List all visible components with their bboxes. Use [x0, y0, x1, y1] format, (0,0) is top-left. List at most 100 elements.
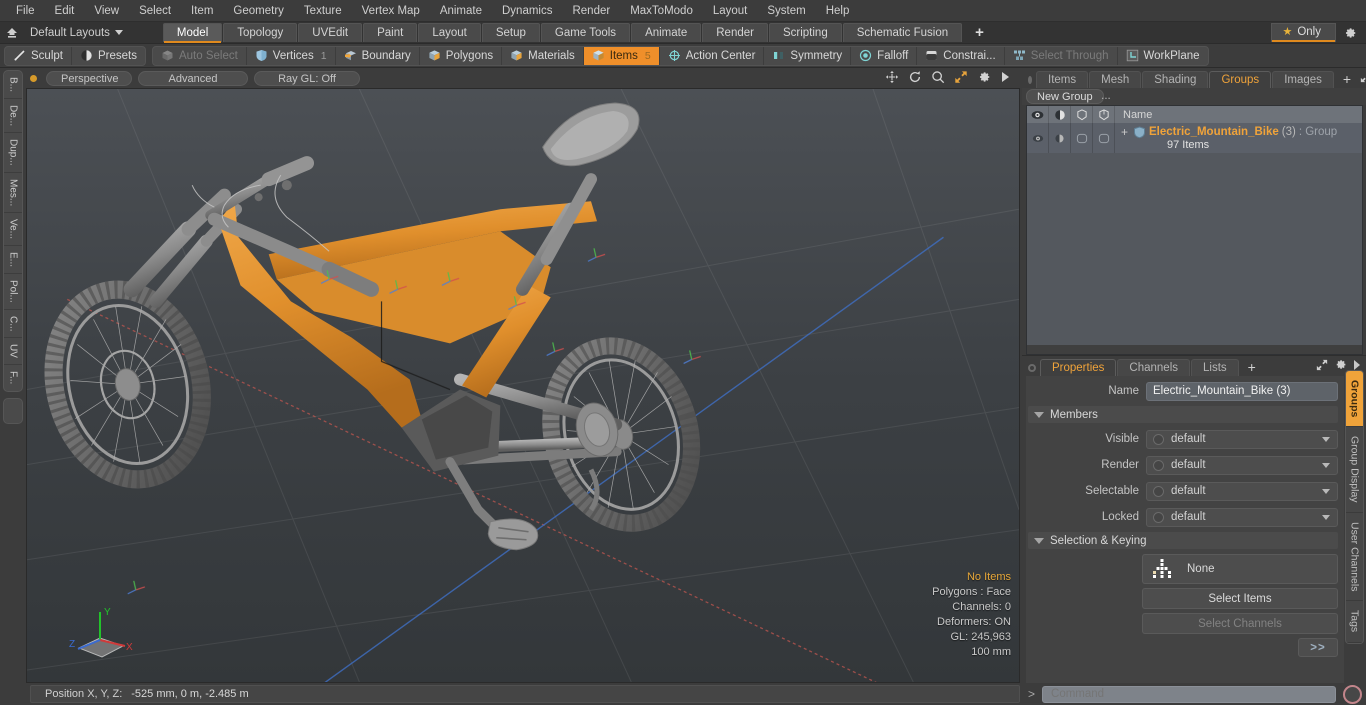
select-icon[interactable]: [1071, 106, 1093, 123]
panel-tab-groups[interactable]: Groups: [1209, 71, 1272, 88]
panel-tab-images[interactable]: Images: [1272, 71, 1334, 88]
panel-tab-items[interactable]: Items: [1036, 71, 1089, 88]
side-tab-user-channels[interactable]: User Channels: [1346, 513, 1363, 602]
default-layouts-dropdown[interactable]: Default Layouts: [24, 27, 133, 39]
home-up-icon[interactable]: [0, 22, 24, 44]
render-radio-icon[interactable]: [1153, 459, 1164, 471]
keying-set-dropdown[interactable]: None: [1142, 554, 1338, 584]
row-lock-toggle[interactable]: [1093, 123, 1115, 153]
layout-tab-uvedit[interactable]: UVEdit: [298, 23, 363, 42]
menu-item-edit[interactable]: Edit: [45, 0, 85, 22]
select-items-button[interactable]: Select Items: [1142, 588, 1338, 609]
left-rail-tab-polygon[interactable]: Pol...: [4, 274, 22, 310]
layout-tab-game-tools[interactable]: Game Tools: [540, 23, 631, 42]
properties-menu-dot-icon[interactable]: [1028, 364, 1036, 372]
menu-item-item[interactable]: Item: [181, 0, 223, 22]
more-tools-icon[interactable]: [3, 397, 23, 424]
layout-tab-paint[interactable]: Paint: [363, 23, 418, 42]
menu-item-view[interactable]: View: [84, 0, 129, 22]
add-properties-tab-button[interactable]: +: [1240, 359, 1264, 376]
menu-item-layout[interactable]: Layout: [703, 0, 758, 22]
left-rail-tab-edge[interactable]: E...: [4, 246, 22, 275]
tab-properties[interactable]: Properties: [1040, 359, 1117, 376]
menu-item-render[interactable]: Render: [562, 0, 620, 22]
tree-horizontal-scrollbar[interactable]: [1027, 345, 1362, 354]
left-rail-tab-curve[interactable]: C...: [4, 310, 22, 339]
add-layout-tab-button[interactable]: +: [963, 23, 996, 42]
menu-item-maxtomodo[interactable]: MaxToModo: [620, 0, 703, 22]
command-input[interactable]: [1042, 685, 1336, 703]
record-circle-icon[interactable]: [1343, 684, 1362, 704]
render-icon[interactable]: [1049, 106, 1071, 123]
zoom-icon[interactable]: [931, 70, 945, 87]
left-rail-tab-mesh[interactable]: Mes...: [4, 173, 22, 214]
selectable-radio-icon[interactable]: [1153, 485, 1164, 497]
fit-icon[interactable]: [954, 70, 968, 87]
new-group-button[interactable]: New Group: [1026, 89, 1104, 104]
select-through-button[interactable]: Select Through: [1005, 46, 1118, 65]
table-row[interactable]: + Electric_Mountain_Bike (3) : Group 97 …: [1027, 123, 1362, 153]
left-rail-tab-uv[interactable]: UV: [4, 338, 22, 366]
left-rail-tab-vertex[interactable]: Ve...: [4, 213, 22, 247]
visible-radio-icon[interactable]: [1153, 433, 1164, 445]
left-rail-tab-basic[interactable]: B...: [4, 71, 22, 100]
left-rail-tab-fusion[interactable]: F...: [4, 365, 22, 390]
presets-button[interactable]: Presets: [72, 47, 145, 65]
gear-icon[interactable]: [977, 70, 991, 87]
row-select-toggle[interactable]: [1071, 123, 1093, 153]
menu-item-dynamics[interactable]: Dynamics: [492, 0, 562, 22]
only-toggle-button[interactable]: ★ Only: [1271, 23, 1336, 42]
add-panel-tab-button[interactable]: +: [1335, 71, 1359, 88]
layout-tab-schematic-fusion[interactable]: Schematic Fusion: [842, 23, 963, 42]
layout-tab-animate[interactable]: Animate: [631, 23, 702, 42]
expand-icon[interactable]: [1316, 359, 1328, 374]
visible-dropdown[interactable]: default: [1146, 429, 1338, 449]
tab-lists[interactable]: Lists: [1191, 359, 1239, 376]
row-render-toggle[interactable]: [1049, 123, 1071, 153]
viewport-shading-dropdown[interactable]: Advanced: [138, 70, 248, 86]
selection-keying-section-header[interactable]: Selection & Keying: [1028, 532, 1338, 549]
layout-tab-layout[interactable]: Layout: [418, 23, 481, 42]
menu-item-system[interactable]: System: [757, 0, 815, 22]
tree-expander[interactable]: +: [1121, 125, 1128, 139]
play-icon[interactable]: [1000, 71, 1010, 86]
render-dropdown[interactable]: default: [1146, 455, 1338, 475]
tab-channels[interactable]: Channels: [1117, 359, 1191, 376]
layout-tab-render[interactable]: Render: [702, 23, 768, 42]
expand-icon[interactable]: [1360, 71, 1366, 86]
left-rail-tab-duplicate[interactable]: Dup...: [4, 133, 22, 173]
layout-tab-setup[interactable]: Setup: [481, 23, 540, 42]
more-options-button[interactable]: >>: [1298, 638, 1338, 657]
menu-item-file[interactable]: File: [6, 0, 45, 22]
row-eye-toggle[interactable]: [1027, 123, 1049, 153]
gear-icon[interactable]: [1339, 23, 1361, 43]
boundary-button[interactable]: Boundary: [336, 46, 420, 65]
layout-tab-scripting[interactable]: Scripting: [768, 23, 842, 42]
3d-viewport[interactable]: Y X Z No Items Polygons : Face Channels:…: [26, 88, 1020, 683]
panel-menu-dot-icon[interactable]: [1028, 76, 1032, 84]
side-tab-groups[interactable]: Groups: [1346, 371, 1363, 428]
panel-tab-mesh[interactable]: Mesh ...: [1089, 71, 1142, 102]
action-center-button[interactable]: Action Center: [660, 46, 765, 65]
menu-item-vertex-map[interactable]: Vertex Map: [352, 0, 430, 22]
auto-select-button[interactable]: Auto Select: [153, 46, 247, 65]
groups-tree[interactable]: Name + Electric_Mountain_Bike (3): Grou…: [1026, 105, 1363, 355]
items-button[interactable]: Items 5: [583, 46, 660, 65]
menu-item-help[interactable]: Help: [816, 0, 860, 22]
menu-item-select[interactable]: Select: [129, 0, 181, 22]
locked-radio-icon[interactable]: [1153, 511, 1164, 523]
polygons-button[interactable]: Polygons: [420, 46, 503, 65]
layout-tab-topology[interactable]: Topology: [223, 23, 298, 42]
viewport-raygl-dropdown[interactable]: Ray GL: Off: [254, 70, 360, 86]
eye-icon[interactable]: [1027, 106, 1049, 123]
layout-tab-model[interactable]: Model: [162, 23, 223, 43]
workplane-button[interactable]: WorkPlane: [1118, 47, 1208, 65]
name-field[interactable]: Electric_Mountain_Bike (3): [1146, 381, 1338, 401]
viewport-projection-dropdown[interactable]: Perspective: [46, 70, 132, 86]
menu-item-geometry[interactable]: Geometry: [223, 0, 294, 22]
falloff-button[interactable]: Falloff: [851, 46, 918, 65]
side-tab-group-display[interactable]: Group Display: [1346, 427, 1363, 513]
constrain-button[interactable]: Constrai...: [917, 46, 1005, 65]
pan-icon[interactable]: [885, 70, 899, 87]
panel-tab-shading[interactable]: Shading: [1142, 71, 1209, 88]
